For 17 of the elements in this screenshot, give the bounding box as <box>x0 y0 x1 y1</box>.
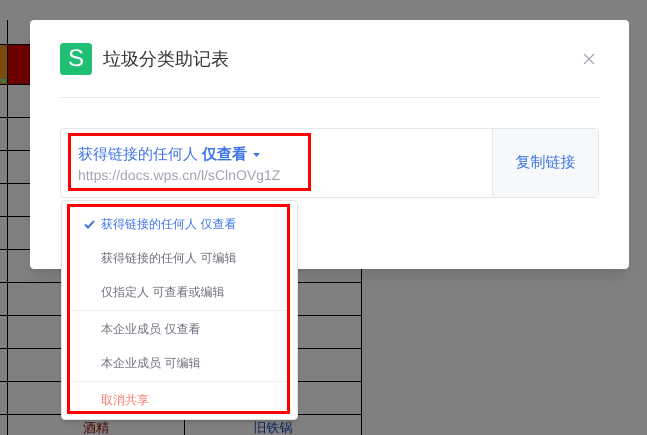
check-icon <box>84 220 95 228</box>
menu-item[interactable]: 仅指定人 可查看或编辑 <box>70 275 287 309</box>
menu-item[interactable]: 本企业成员 可编辑 <box>70 346 287 380</box>
dropdown-triangle-icon[interactable] <box>0 79 7 84</box>
table-cell: 酒精 <box>83 421 109 435</box>
menu-item[interactable]: 获得链接的任何人 仅查看 <box>70 207 287 241</box>
permission-dropdown[interactable]: 获得链接的任何人 仅查看 <box>78 146 260 164</box>
dialog-title: 垃圾分类助记表 <box>103 48 229 70</box>
menu-item[interactable]: 获得链接的任何人 可编辑 <box>70 241 287 275</box>
menu-item[interactable]: 本企业成员 仅查看 <box>70 312 287 346</box>
share-url: https://docs.wps.cn/l/sClnOVg1Z <box>78 166 282 184</box>
caret-icon <box>253 153 260 157</box>
app-logo: S <box>60 43 92 75</box>
menu-item[interactable]: 取消共享 <box>70 383 287 411</box>
copy-link-button[interactable]: 复制链接 <box>492 129 598 197</box>
table-cell: 旧铁锅 <box>254 421 292 435</box>
close-icon[interactable] <box>583 53 595 65</box>
